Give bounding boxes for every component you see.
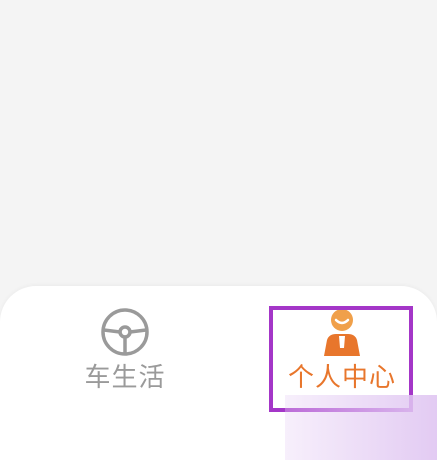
- content-area: [0, 0, 437, 300]
- tab-car-life-label: 车生活: [84, 363, 166, 393]
- tab-car-life[interactable]: 车生活: [55, 306, 195, 406]
- tab-personal-center-label: 个人中心: [287, 363, 396, 393]
- steering-wheel-icon: [101, 308, 149, 356]
- bottom-tab-bar: 车生活 个人中心: [0, 286, 437, 460]
- app-screen: 车生活 个人中心: [0, 0, 437, 460]
- person-icon: [324, 309, 360, 356]
- tab-personal-center[interactable]: 个人中心: [272, 306, 412, 406]
